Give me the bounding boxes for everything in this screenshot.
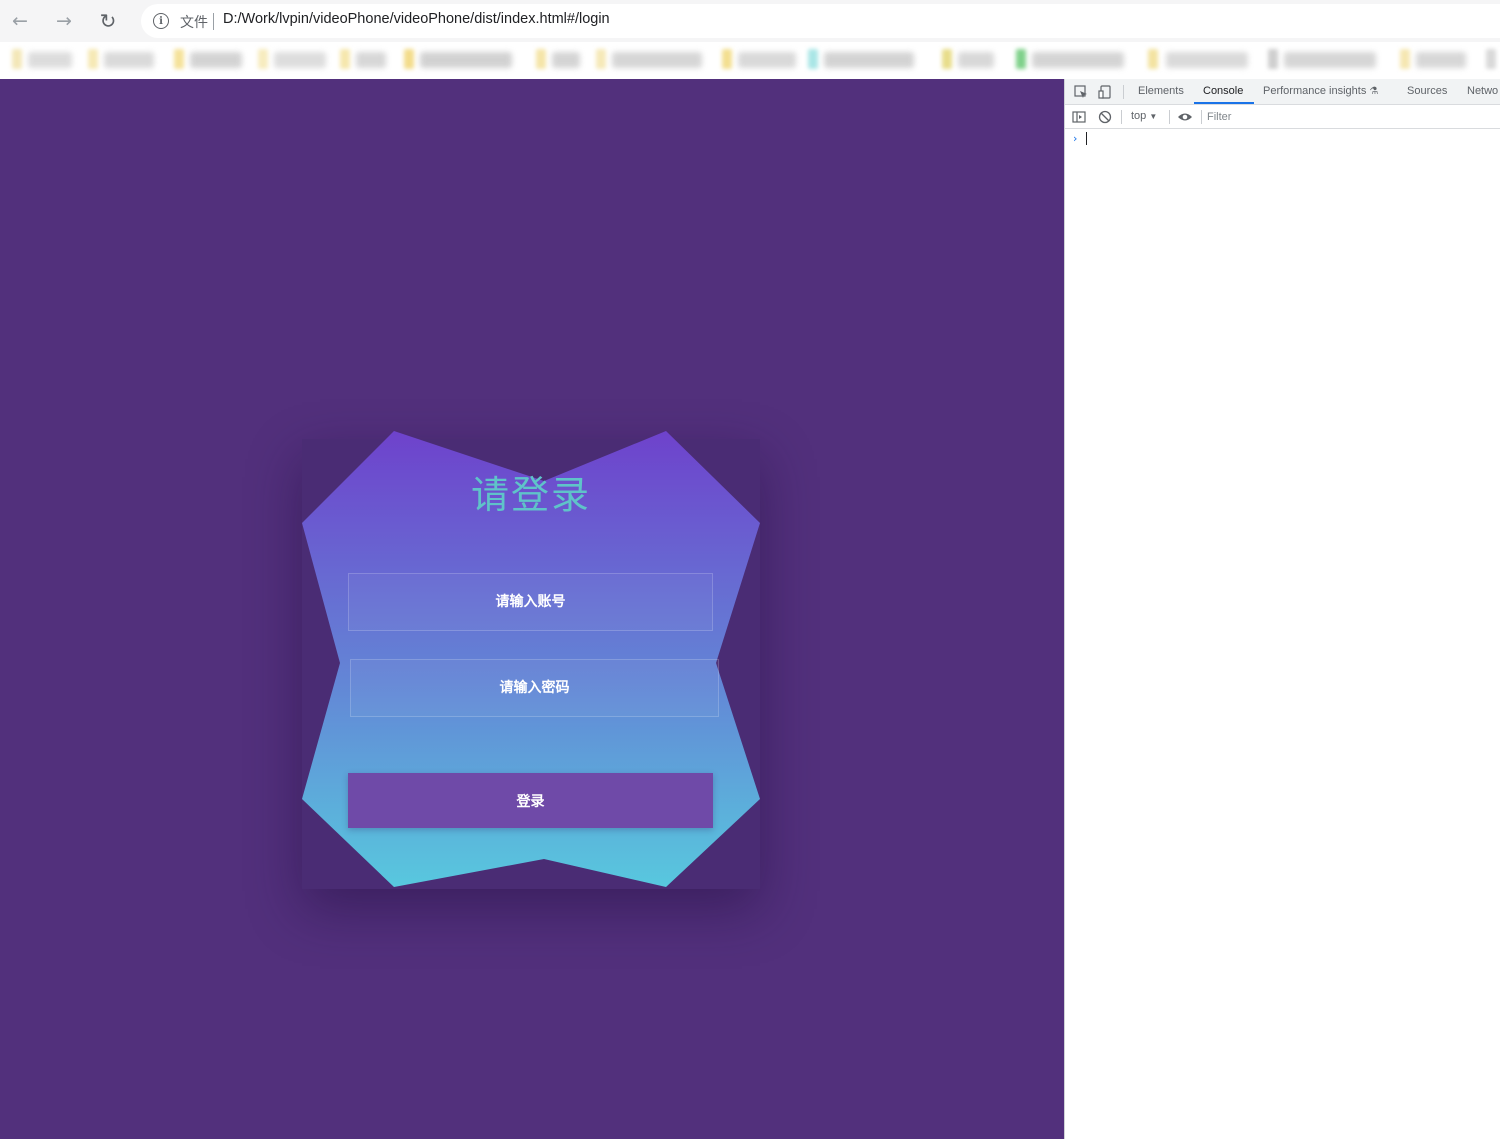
bookmark-item[interactable] xyxy=(420,52,512,68)
page-viewport: 请登录 登录 xyxy=(0,79,1064,1139)
live-expression-eye-icon[interactable] xyxy=(1177,109,1193,125)
flask-icon: ⚗ xyxy=(1369,86,1379,97)
bookmark-item[interactable] xyxy=(1416,52,1466,68)
bookmark-favicon[interactable] xyxy=(340,49,350,69)
context-selector[interactable]: top ▼ xyxy=(1131,110,1157,122)
login-button[interactable]: 登录 xyxy=(348,773,713,828)
bookmark-favicon[interactable] xyxy=(404,49,414,69)
bookmark-item[interactable] xyxy=(28,52,72,68)
bookmark-favicon[interactable] xyxy=(1016,49,1026,69)
username-input[interactable] xyxy=(349,574,712,630)
tab-divider xyxy=(1123,85,1124,99)
tab-elements[interactable]: Elements xyxy=(1138,85,1184,97)
bookmark-item[interactable] xyxy=(356,52,386,68)
login-title: 请登录 xyxy=(470,473,591,517)
bookmark-item[interactable] xyxy=(552,52,580,68)
site-info-icon[interactable]: i xyxy=(153,13,169,29)
bookmark-favicon[interactable] xyxy=(88,49,98,69)
bookmark-item[interactable] xyxy=(958,52,994,68)
clear-console-icon[interactable] xyxy=(1097,109,1113,125)
bookmark-favicon[interactable] xyxy=(1486,49,1496,69)
tab-console[interactable]: Console xyxy=(1203,85,1243,97)
toolbar-divider xyxy=(1201,110,1202,124)
bookmark-item[interactable] xyxy=(190,52,242,68)
password-field[interactable] xyxy=(350,659,719,717)
bookmark-favicon[interactable] xyxy=(174,49,184,69)
bookmark-favicon[interactable] xyxy=(942,49,952,69)
bookmark-item[interactable] xyxy=(738,52,796,68)
username-field[interactable] xyxy=(348,573,713,631)
back-arrow-icon[interactable]: ← xyxy=(7,8,33,34)
bookmark-item[interactable] xyxy=(274,52,326,68)
bookmark-favicon[interactable] xyxy=(722,49,732,69)
address-divider xyxy=(213,13,214,30)
bookmark-item[interactable] xyxy=(104,52,154,68)
bookmark-favicon[interactable] xyxy=(1268,49,1278,69)
bookmarks-bar xyxy=(0,42,1500,79)
bookmark-favicon[interactable] xyxy=(258,49,268,69)
bookmark-favicon[interactable] xyxy=(1148,49,1158,69)
console-input-caret[interactable] xyxy=(1086,132,1087,145)
sidebar-toggle-icon[interactable] xyxy=(1071,109,1087,125)
url-scheme-label: 文件 xyxy=(180,15,208,31)
bookmark-item[interactable] xyxy=(1166,52,1248,68)
bookmark-item[interactable] xyxy=(1284,52,1376,68)
bookmark-favicon[interactable] xyxy=(1400,49,1410,69)
address-bar[interactable]: i 文件 D:/Work/lvpin/videoPhone/videoPhone… xyxy=(141,4,1500,38)
bookmark-favicon[interactable] xyxy=(596,49,606,69)
tab-performance-insights[interactable]: Performance insights ⚗ xyxy=(1263,85,1378,97)
password-input[interactable] xyxy=(351,660,718,716)
tab-sources[interactable]: Sources xyxy=(1407,85,1447,97)
bookmark-favicon[interactable] xyxy=(12,49,22,69)
console-toolbar: top ▼ xyxy=(1065,105,1500,129)
bookmark-favicon[interactable] xyxy=(808,49,818,69)
console-filter-input[interactable] xyxy=(1207,108,1500,126)
bookmark-item[interactable] xyxy=(612,52,702,68)
bookmark-favicon[interactable] xyxy=(536,49,546,69)
toolbar-divider xyxy=(1169,110,1170,124)
toolbar-divider xyxy=(1121,110,1122,124)
devtools-tab-bar: Elements Console Performance insights ⚗ … xyxy=(1065,79,1500,105)
url-text[interactable]: D:/Work/lvpin/videoPhone/videoPhone/dist… xyxy=(223,11,610,27)
context-selector-value: top xyxy=(1131,110,1147,122)
chevron-down-icon: ▼ xyxy=(1149,112,1158,121)
active-tab-indicator xyxy=(1194,102,1254,104)
tab-performance-insights-label: Performance insights xyxy=(1263,85,1367,97)
browser-toolbar: ← → ↻ i 文件 D:/Work/lvpin/videoPhone/vide… xyxy=(0,0,1500,42)
console-prompt-chevron-icon: › xyxy=(1073,132,1078,145)
device-toolbar-icon[interactable] xyxy=(1097,84,1113,100)
tab-network[interactable]: Netwo xyxy=(1467,85,1498,97)
forward-arrow-icon[interactable]: → xyxy=(51,8,77,34)
devtools-panel: Elements Console Performance insights ⚗ … xyxy=(1064,79,1500,1139)
bookmark-item[interactable] xyxy=(824,52,914,68)
inspect-element-icon[interactable] xyxy=(1073,84,1089,100)
reload-icon[interactable]: ↻ xyxy=(95,8,121,34)
bookmark-item[interactable] xyxy=(1032,52,1124,68)
